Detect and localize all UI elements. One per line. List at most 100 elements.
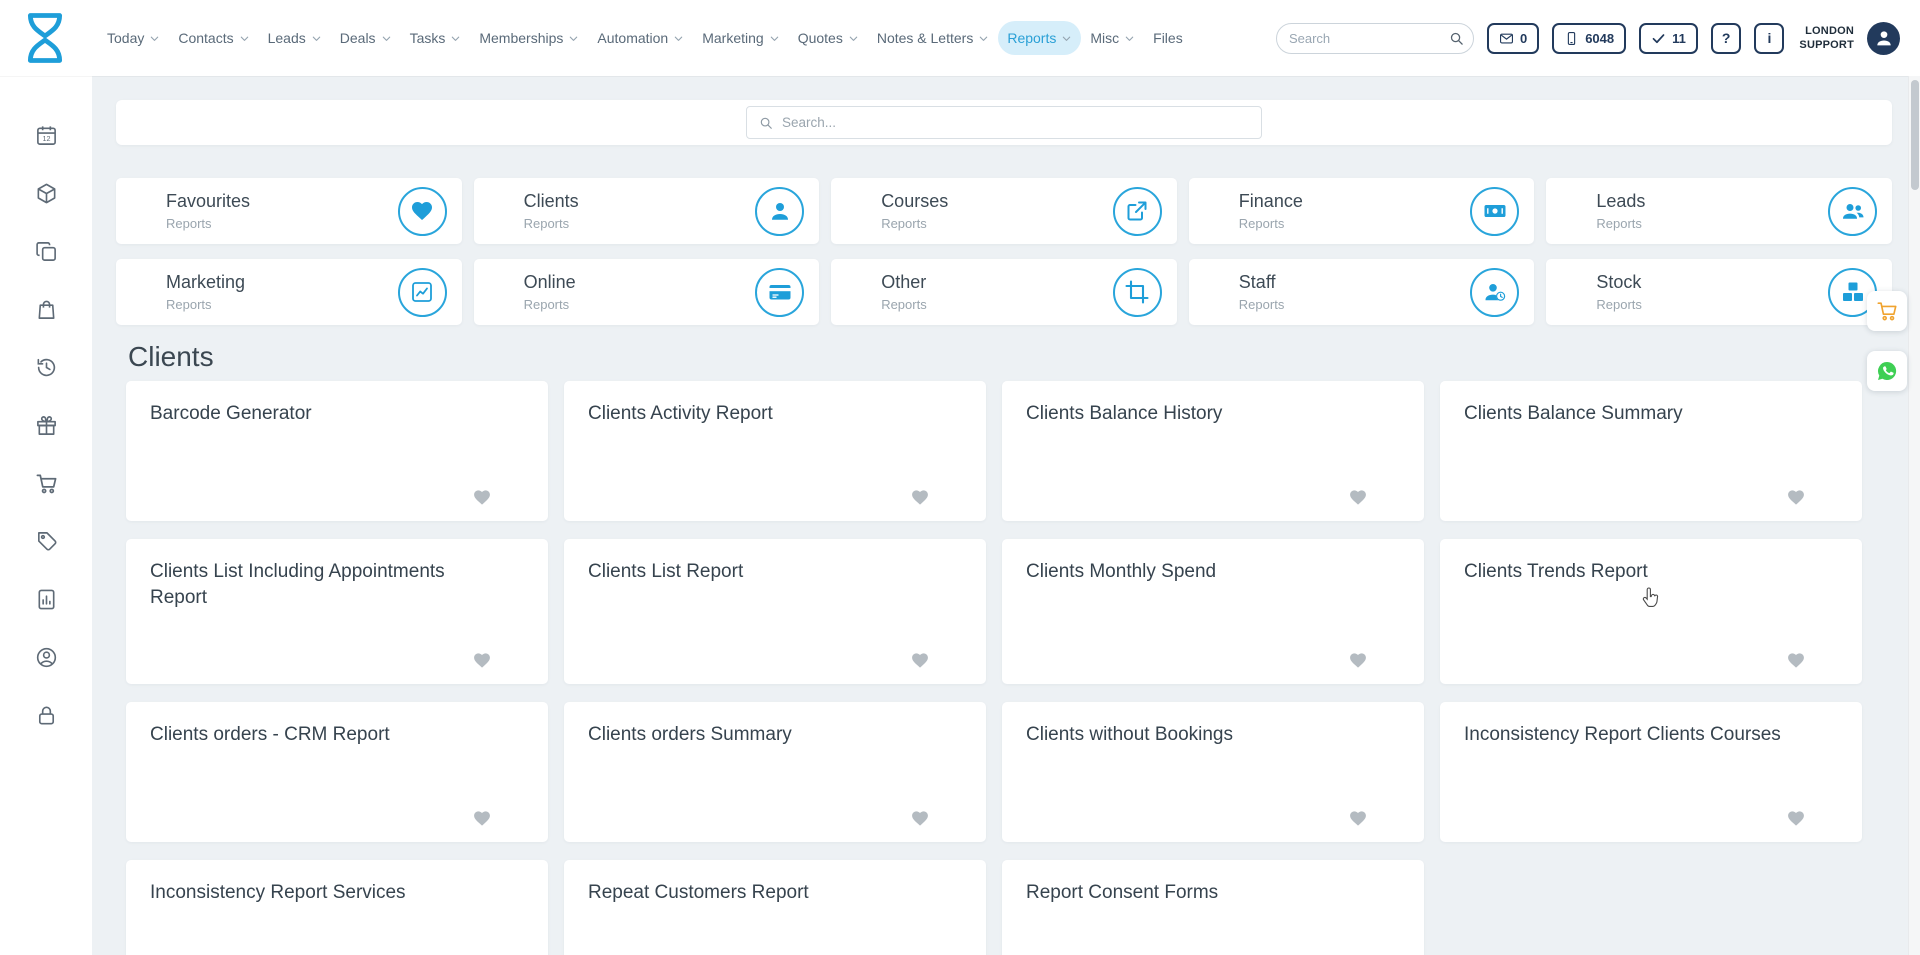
nav-item[interactable]: Memberships bbox=[470, 21, 588, 55]
header-badge[interactable]: 11 bbox=[1639, 23, 1698, 54]
favourite-heart-icon[interactable] bbox=[1786, 809, 1806, 828]
category-title: Other bbox=[881, 272, 927, 293]
category-card[interactable]: Favourites Reports bbox=[116, 178, 462, 244]
report-card[interactable]: Inconsistency Report Clients Courses bbox=[1440, 702, 1862, 842]
sidebar-item[interactable] bbox=[17, 454, 75, 512]
report-card[interactable]: Repeat Customers Report bbox=[564, 860, 986, 955]
category-subtitle: Reports bbox=[524, 216, 579, 231]
favourite-heart-icon[interactable] bbox=[910, 651, 930, 670]
report-card[interactable]: Clients Monthly Spend bbox=[1002, 539, 1424, 684]
category-subtitle: Reports bbox=[1596, 297, 1642, 312]
favourite-heart-icon[interactable] bbox=[910, 488, 930, 507]
report-card[interactable]: Clients Activity Report bbox=[564, 381, 986, 521]
sidebar-item[interactable] bbox=[17, 628, 75, 686]
nav-item[interactable]: Leads bbox=[259, 21, 331, 55]
reports-search-field bbox=[746, 106, 1262, 139]
nav-item[interactable]: Tasks bbox=[401, 21, 471, 55]
category-card[interactable]: Marketing Reports bbox=[116, 259, 462, 325]
report-grid: Barcode Generator Clients Activity Repor… bbox=[126, 381, 1862, 955]
favourite-heart-icon[interactable] bbox=[1348, 651, 1368, 670]
sidebar-item[interactable] bbox=[17, 164, 75, 222]
favourite-heart-icon[interactable] bbox=[472, 651, 492, 670]
favourite-heart-icon[interactable] bbox=[1348, 488, 1368, 507]
envelope-icon bbox=[1499, 31, 1514, 46]
report-card[interactable]: Clients without Bookings bbox=[1002, 702, 1424, 842]
report-card[interactable]: Clients orders - CRM Report bbox=[126, 702, 548, 842]
favourite-heart-icon[interactable] bbox=[1348, 809, 1368, 828]
favourite-heart-icon[interactable] bbox=[1786, 651, 1806, 670]
history-icon bbox=[35, 356, 58, 379]
sidebar-item[interactable] bbox=[17, 396, 75, 454]
report-card[interactable]: Barcode Generator bbox=[126, 381, 548, 521]
report-title: Barcode Generator bbox=[150, 401, 495, 427]
nav-item[interactable]: Notes & Letters bbox=[868, 21, 999, 55]
header-search-input[interactable] bbox=[1277, 31, 1441, 46]
sidebar-item[interactable] bbox=[17, 222, 75, 280]
scrollbar[interactable] bbox=[1908, 76, 1920, 955]
nav-item[interactable]: Quotes bbox=[789, 21, 868, 55]
top-navbar: Today Contacts Leads Deals bbox=[0, 0, 1920, 76]
chevron-down-icon bbox=[848, 33, 859, 44]
category-card[interactable]: Finance Reports bbox=[1189, 178, 1535, 244]
nav-item[interactable]: Deals bbox=[331, 21, 401, 55]
nav-item[interactable]: Files bbox=[1144, 21, 1192, 55]
nav-item[interactable]: Marketing bbox=[693, 21, 788, 55]
category-icon-circle bbox=[398, 268, 447, 317]
sidebar-item[interactable] bbox=[17, 570, 75, 628]
sidebar-item[interactable] bbox=[17, 280, 75, 338]
sidebar-item[interactable] bbox=[17, 512, 75, 570]
sidebar-item[interactable] bbox=[17, 686, 75, 744]
category-card[interactable]: Online Reports bbox=[474, 259, 820, 325]
info-button[interactable]: i bbox=[1754, 23, 1784, 54]
lock-icon bbox=[35, 704, 58, 727]
report-card[interactable]: Clients orders Summary bbox=[564, 702, 986, 842]
search-icon[interactable] bbox=[1441, 23, 1473, 54]
category-card[interactable]: Staff Reports bbox=[1189, 259, 1535, 325]
favourite-heart-icon[interactable] bbox=[472, 488, 492, 507]
report-title: Inconsistency Report Clients Courses bbox=[1464, 722, 1809, 748]
favourite-heart-icon[interactable] bbox=[910, 809, 930, 828]
favourite-heart-icon[interactable] bbox=[1786, 488, 1806, 507]
report-card[interactable]: Clients Balance Summary bbox=[1440, 381, 1862, 521]
sidebar-item[interactable] bbox=[17, 338, 75, 396]
bag-icon bbox=[35, 298, 58, 321]
favourite-heart-icon[interactable] bbox=[472, 809, 492, 828]
category-card[interactable]: Other Reports bbox=[831, 259, 1177, 325]
scrollbar-thumb[interactable] bbox=[1911, 80, 1919, 190]
whatsapp-float-button[interactable] bbox=[1867, 351, 1907, 391]
header-badge[interactable]: 0 bbox=[1487, 23, 1539, 54]
cart-icon bbox=[35, 472, 58, 495]
report-card[interactable]: Report Consent Forms bbox=[1002, 860, 1424, 955]
report-card[interactable]: Clients List Report bbox=[564, 539, 986, 684]
chevron-down-icon bbox=[450, 33, 461, 44]
chevron-down-icon bbox=[381, 33, 392, 44]
report-card[interactable]: Clients Trends Report bbox=[1440, 539, 1862, 684]
header-badge[interactable]: 6048 bbox=[1552, 23, 1626, 54]
category-card[interactable]: Stock Reports bbox=[1546, 259, 1892, 325]
nav-item[interactable]: Misc bbox=[1081, 21, 1144, 55]
category-icon-circle bbox=[755, 268, 804, 317]
nav-item[interactable]: Automation bbox=[588, 21, 693, 55]
report-title: Clients List Report bbox=[588, 559, 933, 585]
report-card[interactable]: Inconsistency Report Services bbox=[126, 860, 548, 955]
report-card[interactable]: Clients Balance History bbox=[1002, 381, 1424, 521]
report-card[interactable]: Clients List Including Appointments Repo… bbox=[126, 539, 548, 684]
user-location-line2: SUPPORT bbox=[1799, 38, 1854, 52]
nav-item[interactable]: Contacts bbox=[169, 21, 258, 55]
reports-search-input[interactable] bbox=[782, 115, 1249, 130]
basket-float-button[interactable] bbox=[1867, 291, 1907, 331]
nav-item[interactable]: Today bbox=[98, 21, 169, 55]
category-card[interactable]: Courses Reports bbox=[831, 178, 1177, 244]
category-subtitle: Reports bbox=[1239, 297, 1285, 312]
chevron-down-icon bbox=[311, 33, 322, 44]
category-card[interactable]: Clients Reports bbox=[474, 178, 820, 244]
sidebar-item[interactable]: 12 bbox=[17, 106, 75, 164]
category-card[interactable]: Leads Reports bbox=[1546, 178, 1892, 244]
boxes-icon bbox=[1841, 280, 1865, 304]
check-icon bbox=[1651, 31, 1666, 46]
nav-item[interactable]: Reports bbox=[998, 21, 1081, 55]
help-button[interactable]: ? bbox=[1711, 23, 1742, 54]
chevron-down-icon bbox=[673, 33, 684, 44]
app-logo[interactable] bbox=[22, 10, 68, 66]
avatar[interactable] bbox=[1867, 22, 1900, 55]
